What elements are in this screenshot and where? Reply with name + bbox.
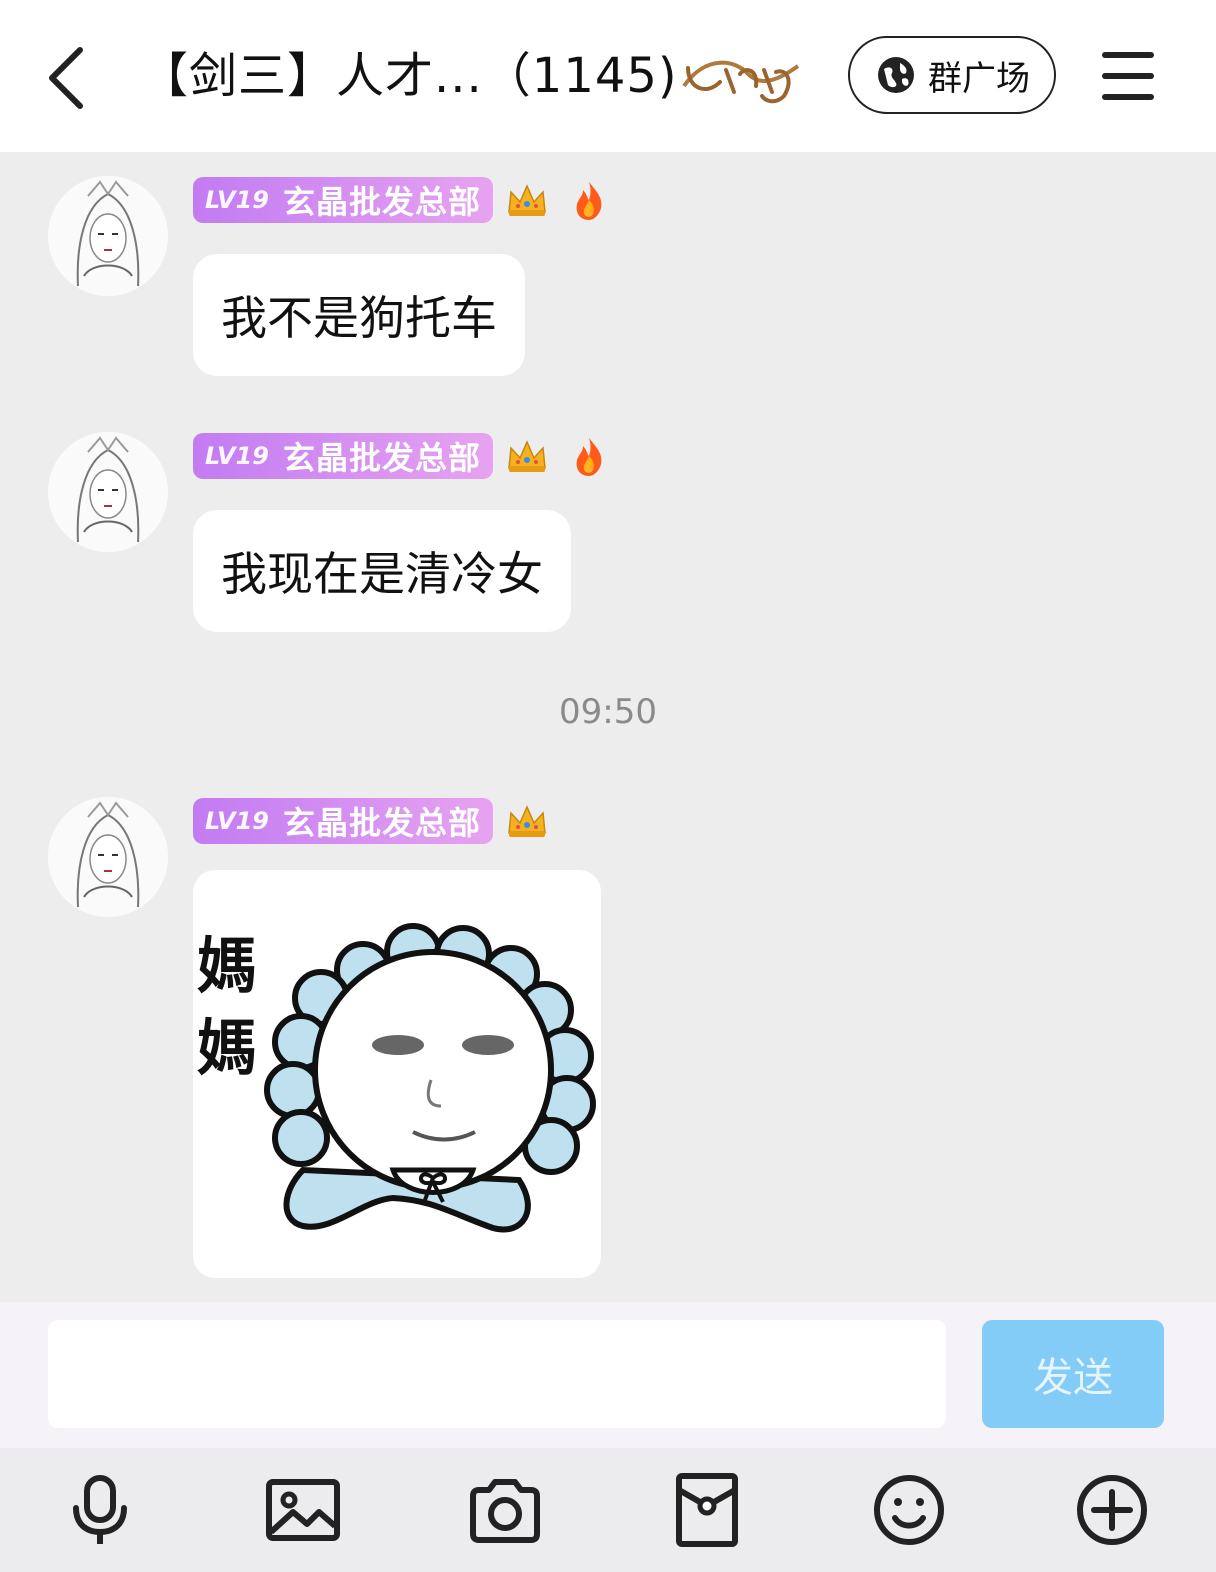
emoji-button[interactable] (867, 1468, 951, 1552)
message-bubble[interactable]: 我现在是清冷女 (193, 510, 571, 632)
voice-button[interactable] (58, 1468, 142, 1552)
level-badge[interactable]: LV19 玄晶批发总部 (193, 177, 493, 223)
sender-nickname: 玄晶批发总部 (282, 804, 481, 842)
crown-icon (508, 440, 546, 472)
camera-icon (470, 1479, 540, 1543)
globe-icon (878, 57, 914, 93)
sender-nickname: 玄晶批发总部 (282, 183, 481, 221)
level-badge[interactable]: LV19 玄晶批发总部 (193, 433, 493, 479)
chat-header: 【剑三】人才...（1145) 群广场 (0, 0, 1216, 152)
destiny-badge-icon (682, 60, 800, 104)
sender-meta: LV19 玄晶批发总部 (193, 432, 611, 480)
menu-line (1102, 73, 1154, 79)
avatar[interactable] (48, 797, 168, 917)
group-square-label: 群广场 (928, 58, 1030, 99)
crown-icon (508, 184, 546, 216)
crown-icon (508, 805, 546, 837)
level-badge[interactable]: LV19 玄晶批发总部 (193, 798, 493, 844)
sender-meta: LV19 玄晶批发总部 (193, 797, 549, 845)
image-button[interactable] (261, 1468, 345, 1552)
send-button[interactable]: 发送 (982, 1320, 1164, 1428)
fire-icon (576, 182, 602, 220)
avatar-illustration (48, 797, 168, 917)
bottom-toolbar (0, 1448, 1216, 1572)
menu-button[interactable] (1102, 52, 1156, 100)
chevron-left-icon (49, 47, 83, 109)
red-packet-button[interactable] (665, 1468, 749, 1552)
level-label: LV19 (205, 807, 269, 835)
sender-nickname: 玄晶批发总部 (282, 439, 481, 477)
avatar-illustration (48, 176, 168, 296)
sender-meta: LV19 玄晶批发总部 (193, 176, 611, 224)
menu-line (1102, 52, 1154, 58)
more-button[interactable] (1070, 1468, 1154, 1552)
red-packet-icon (676, 1473, 738, 1547)
message-bubble[interactable]: 我不是狗托车 (193, 254, 525, 376)
camera-button[interactable] (463, 1468, 547, 1552)
group-title[interactable]: 【剑三】人才...（1145) (140, 44, 678, 108)
microphone-icon (73, 1475, 127, 1544)
sticker-message[interactable]: 媽媽 (193, 870, 601, 1278)
plus-icon (1077, 1475, 1147, 1545)
message-timestamp: 09:50 (559, 692, 657, 732)
avatar-illustration (48, 432, 168, 552)
group-square-button[interactable]: 群广场 (848, 36, 1056, 114)
chat-area[interactable]: LV19 玄晶批发总部 我不是狗托车 LV19 玄晶批发总部 我现在是清冷女 0… (0, 152, 1216, 1302)
input-bar: 发送 (0, 1302, 1216, 1448)
menu-line (1102, 94, 1154, 100)
back-button[interactable] (40, 40, 100, 112)
avatar[interactable] (48, 432, 168, 552)
avatar[interactable] (48, 176, 168, 296)
level-label: LV19 (205, 442, 269, 470)
emoji-icon (874, 1475, 944, 1545)
image-icon (266, 1479, 340, 1541)
message-input[interactable] (48, 1320, 946, 1428)
level-label: LV19 (205, 186, 269, 214)
sticker-caption: 媽媽 (197, 932, 257, 1084)
fire-icon (576, 438, 602, 476)
